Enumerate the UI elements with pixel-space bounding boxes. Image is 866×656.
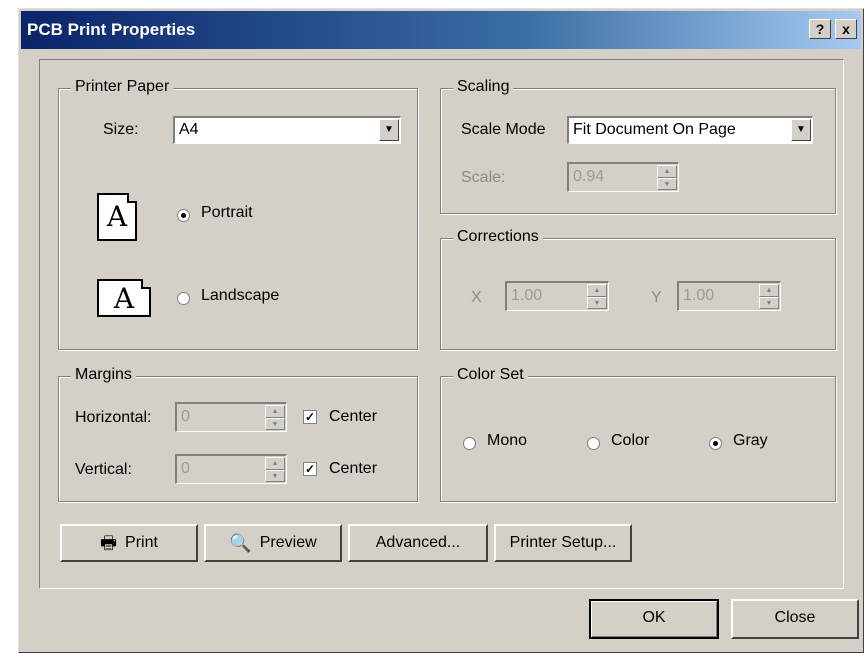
scale-mode-dropdown[interactable]: Fit Document On Page ▼ [567,116,813,144]
help-button[interactable]: ? [809,19,831,39]
print-properties-dialog: PCB Print Properties ? x Printer Paper S… [18,8,864,653]
chevron-down-icon[interactable]: ▼ [791,119,811,141]
landscape-label: Landscape [201,287,280,304]
margins-group: Margins Horizontal: 0 ▲ ▼ ✓ Center Vertic… [58,366,418,502]
horizontal-margin-label: Horizontal: [75,409,152,426]
preview-button[interactable]: 🔍 Preview [204,524,342,562]
correction-y-value: 1.00 [683,287,715,304]
mono-label: Mono [487,432,528,449]
spin-down-icon[interactable]: ▼ [265,469,285,482]
corrections-group-label: Corrections [453,228,543,246]
portrait-icon: A [97,193,137,241]
scale-value: 0.94 [573,168,605,185]
correction-y-spin-buttons[interactable]: ▲ ▼ [759,284,779,309]
scaling-group-label: Scaling [453,78,514,96]
vertical-center-checkbox[interactable]: ✓ [303,462,317,476]
color-radio[interactable] [587,437,600,450]
correction-x-spinner[interactable]: 1.00 ▲ ▼ [505,281,609,311]
advanced-button-label: Advanced... [375,534,461,551]
scale-mode-label: Scale Mode [461,121,546,138]
mono-radio[interactable] [463,437,476,450]
vertical-margin-value: 0 [181,460,190,477]
spin-down-icon[interactable]: ▼ [265,417,285,430]
vertical-margin-spin-buttons[interactable]: ▲ ▼ [265,457,285,482]
horizontal-center-label: Center [329,408,378,425]
ok-button[interactable]: OK [589,599,719,639]
horizontal-margin-value: 0 [181,408,190,425]
spin-up-icon[interactable]: ▲ [587,284,607,297]
properties-panel: Printer Paper Size: A4 ▼ A Portrait A La… [39,59,844,589]
scale-label: Scale: [461,169,506,186]
chevron-down-icon[interactable]: ▼ [379,119,399,141]
color-label: Color [611,432,650,449]
close-button-label: Close [774,609,816,626]
printer-icon: 🖶 [100,533,118,553]
printer-setup-button-label: Printer Setup... [509,534,617,551]
landscape-radio[interactable] [177,292,190,305]
ok-button-label: OK [642,609,666,626]
scale-spinner[interactable]: 0.94 ▲ ▼ [567,162,679,192]
portrait-radio[interactable] [177,209,190,222]
spin-up-icon[interactable]: ▲ [759,284,779,297]
horizontal-center-checkbox[interactable]: ✓ [303,410,317,424]
paper-size-label: Size: [103,121,139,138]
print-button[interactable]: 🖶 Print [60,524,198,562]
printer-paper-group-label: Printer Paper [71,78,174,96]
scaling-group: Scaling Scale Mode Fit Document On Page … [440,78,836,214]
correction-x-label: X [471,289,482,306]
color-set-group: Color Set Mono Color Gray [440,366,836,502]
vertical-margin-spinner[interactable]: 0 ▲ ▼ [175,454,287,484]
correction-x-value: 1.00 [511,287,543,304]
horizontal-margin-spin-buttons[interactable]: ▲ ▼ [265,405,285,430]
spin-up-icon[interactable]: ▲ [657,165,677,178]
scale-spin-buttons[interactable]: ▲ ▼ [657,165,677,190]
vertical-margin-label: Vertical: [75,461,132,478]
spin-up-icon[interactable]: ▲ [265,457,285,470]
advanced-button[interactable]: Advanced... [348,524,488,562]
correction-y-spinner[interactable]: 1.00 ▲ ▼ [677,281,781,311]
printer-setup-button[interactable]: Printer Setup... [494,524,632,562]
close-button[interactable]: Close [731,599,859,639]
gray-label: Gray [733,432,768,449]
printer-paper-group: Printer Paper Size: A4 ▼ A Portrait A La… [58,78,418,350]
close-window-button[interactable]: x [835,19,857,39]
gray-radio[interactable] [709,437,722,450]
dialog-title: PCB Print Properties [27,20,196,39]
correction-y-label: Y [651,289,662,306]
spin-up-icon[interactable]: ▲ [265,405,285,418]
portrait-label: Portrait [201,204,253,221]
color-set-group-label: Color Set [453,366,528,384]
scale-mode-value: Fit Document On Page [573,121,736,138]
title-bar: PCB Print Properties ? x [21,11,861,49]
magnifier-page-icon: 🔍 [229,533,252,553]
spin-down-icon[interactable]: ▼ [587,296,607,309]
margins-group-label: Margins [71,366,136,384]
paper-size-value: A4 [179,121,199,138]
preview-button-label: Preview [259,534,317,552]
landscape-icon: A [97,279,151,317]
corrections-group: Corrections X 1.00 ▲ ▼ Y 1.00 ▲ ▼ [440,228,836,350]
spin-down-icon[interactable]: ▼ [657,177,677,190]
spin-down-icon[interactable]: ▼ [759,296,779,309]
print-button-label: Print [125,534,158,552]
correction-x-spin-buttons[interactable]: ▲ ▼ [587,284,607,309]
paper-size-dropdown[interactable]: A4 ▼ [173,116,401,144]
horizontal-margin-spinner[interactable]: 0 ▲ ▼ [175,402,287,432]
vertical-center-label: Center [329,460,378,477]
